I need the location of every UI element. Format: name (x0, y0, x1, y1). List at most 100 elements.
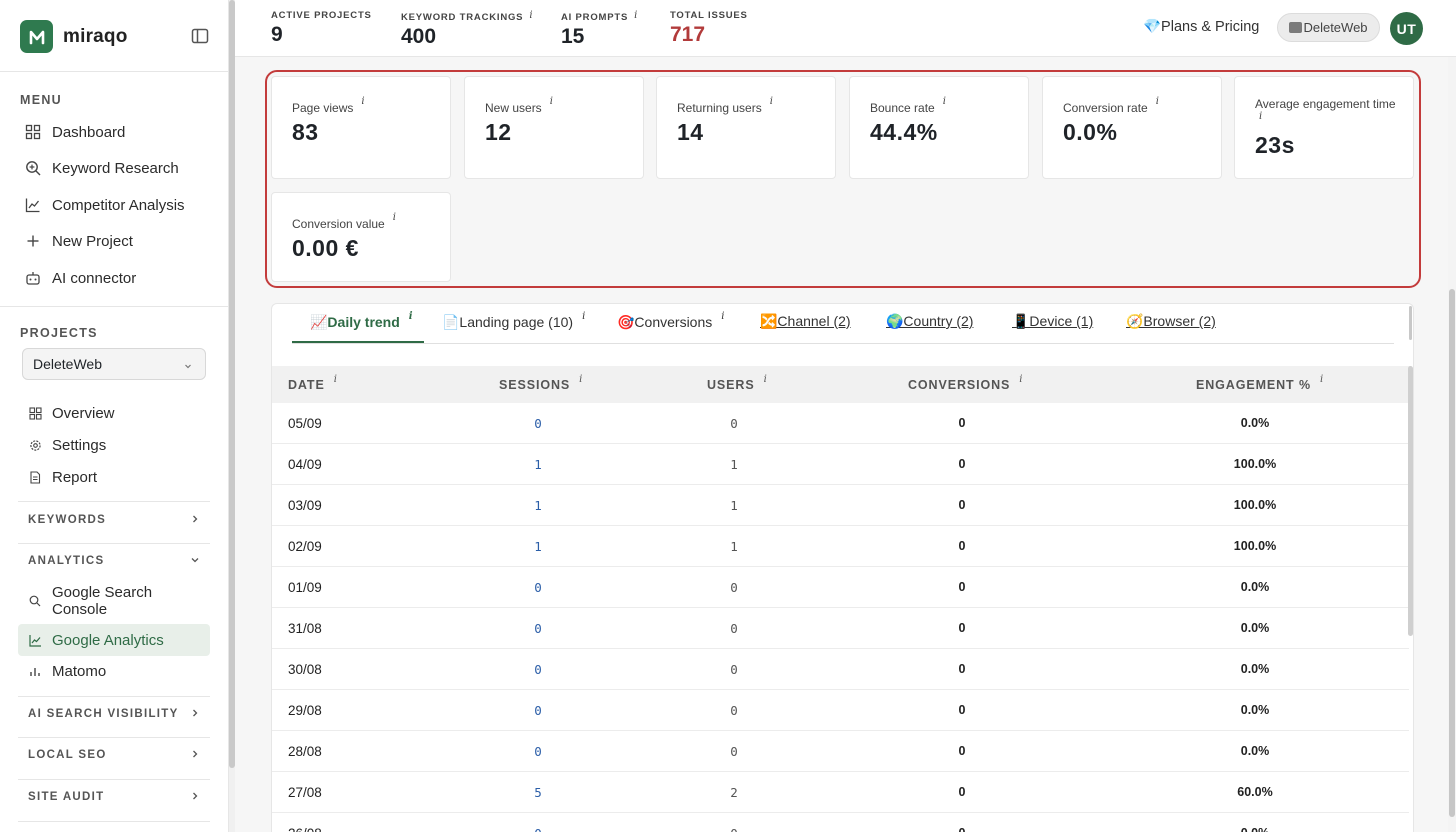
info-icon[interactable]: i (721, 311, 724, 322)
tab-daily-trend[interactable]: 📈Daily trend i (310, 311, 413, 331)
miraqo-logo-icon (20, 20, 53, 53)
info-icon[interactable]: i (943, 96, 946, 115)
sidebar-scrollbar[interactable] (229, 0, 235, 832)
column-header-date[interactable]: DATE i (288, 374, 338, 392)
project-item-settings[interactable]: Settings (18, 432, 210, 458)
project-item-overview[interactable]: Overview (18, 400, 210, 426)
group-ai-search-visibility[interactable]: AI SEARCH VISIBILITY (18, 694, 210, 734)
analytics-item-google-search-console[interactable]: Google Search Console (18, 583, 210, 619)
kpi-label: Page views i (292, 96, 365, 115)
bar-chart-icon (28, 664, 42, 678)
menu-item-ai-connector[interactable]: AI connector (20, 262, 210, 294)
analytics-item-matomo[interactable]: Matomo (18, 658, 210, 684)
analytics-item-google-analytics[interactable]: Google Analytics (18, 624, 210, 656)
scrollbar-thumb[interactable] (229, 0, 235, 768)
kpi-average-engagement-time: Average engagement time i 23s (1234, 76, 1414, 179)
brand[interactable]: miraqo (20, 20, 128, 53)
cell-date: 27/08 (288, 785, 322, 800)
group-analytics[interactable]: ANALYTICS (18, 541, 210, 581)
menu-item-keyword-research[interactable]: Keyword Research (20, 152, 210, 184)
tab-landing-page[interactable]: 📄Landing page (10) i (442, 311, 585, 331)
user-avatar[interactable]: UT (1390, 12, 1423, 45)
project-select[interactable]: DeleteWeb (22, 348, 206, 380)
kpi-bounce-rate: Bounce rate i 44.4% (849, 76, 1029, 179)
info-icon[interactable]: i (529, 10, 533, 21)
group-keywords[interactable]: KEYWORDS (18, 500, 210, 540)
chevron-down-icon (190, 555, 200, 568)
stat-label: KEYWORD TRACKINGS i (401, 10, 534, 23)
info-icon[interactable]: i (550, 96, 553, 115)
kpi-value: 44.4% (870, 119, 938, 145)
table-scrollbar[interactable] (1408, 366, 1413, 636)
scrollbar-thumb[interactable] (1449, 289, 1455, 817)
search-icon (28, 594, 42, 608)
info-icon[interactable]: i (1320, 374, 1324, 385)
gear-icon (28, 438, 42, 452)
tab-scrollbar[interactable] (1409, 306, 1412, 340)
info-icon[interactable]: i (764, 374, 768, 385)
divider (0, 71, 229, 72)
table-row: 26/080000.0% (272, 813, 1409, 832)
tab-conversions[interactable]: 🎯Conversions i (617, 311, 724, 331)
column-header-sessions[interactable]: SESSIONS i (499, 374, 583, 392)
stat-ai-prompts: AI PROMPTS i 15 (561, 10, 638, 49)
top-header: ACTIVE PROJECTS 9 KEYWORD TRACKINGS i 400… (235, 0, 1456, 57)
stat-value: 400 (401, 25, 437, 48)
stat-total-issues[interactable]: TOTAL ISSUES 717 (670, 10, 748, 47)
menu-item-label: Keyword Research (52, 159, 179, 177)
chevron-right-icon (190, 749, 200, 762)
kpi-conversion-value: Conversion value i 0.00 € (271, 192, 451, 282)
column-header-users[interactable]: USERS i (707, 374, 768, 392)
menu-item-new-project[interactable]: New Project (20, 225, 210, 257)
info-icon[interactable]: i (1019, 374, 1023, 385)
kpi-label: Returning users i (677, 96, 773, 115)
project-select-value: DeleteWeb (33, 356, 103, 372)
analytics-item-label: Google Search Console (52, 584, 153, 618)
kpi-new-users: New users i 12 (464, 76, 644, 179)
cell-date: 04/09 (288, 457, 322, 472)
column-header-engagement[interactable]: ENGAGEMENT % i (1196, 374, 1324, 392)
kpi-returning-users: Returning users i 14 (656, 76, 836, 179)
group-label: LOCAL SEO (28, 749, 107, 761)
table-row: 02/09 1 1 0 100.0% (272, 526, 1409, 567)
page-scrollbar[interactable] (1448, 57, 1456, 832)
project-item-report[interactable]: Report (18, 464, 210, 490)
tab-bar: 📈Daily trend i 📄Landing page (10) i 🎯Conve… (292, 304, 1412, 344)
info-icon[interactable]: i (409, 311, 413, 322)
menu-item-competitor-analysis[interactable]: Competitor Analysis (20, 189, 210, 221)
info-icon[interactable]: i (634, 10, 638, 21)
info-icon[interactable]: i (582, 311, 585, 322)
table-row: 29/08 0 0 0 0.0% (272, 690, 1409, 731)
kpi-label: Bounce rate i (870, 96, 946, 115)
site-label: DeleteWeb (1303, 20, 1368, 35)
kpi-value: 0.0% (1063, 119, 1118, 145)
info-icon[interactable]: i (334, 374, 338, 385)
group-label: AI SEARCH VISIBILITY (28, 708, 179, 720)
info-icon[interactable]: i (361, 96, 364, 115)
menu-item-dashboard[interactable]: Dashboard (20, 116, 210, 148)
column-header-conversions[interactable]: CONVERSIONS i (908, 374, 1023, 392)
info-icon[interactable]: i (579, 374, 583, 385)
analytics-item-label: Matomo (52, 662, 107, 680)
group-site-audit[interactable]: SITE AUDIT (18, 777, 210, 817)
tab-device[interactable]: 📱Device (1) (1012, 313, 1093, 330)
grid-icon (28, 406, 42, 420)
projects-label: PROJECTS (20, 326, 98, 340)
tab-channel[interactable]: 🔀Channel (2) (760, 313, 851, 330)
table-row: 28/08 0 0 0 0.0% (272, 731, 1409, 772)
plans-pricing-label: 💎Plans & Pricing (1143, 19, 1260, 35)
tab-country[interactable]: 🌍Country (2) (886, 313, 973, 330)
kpi-label: Conversion value i (292, 212, 396, 231)
sidebar-toggle-icon[interactable] (190, 26, 210, 46)
info-icon[interactable]: i (1259, 111, 1396, 122)
info-icon[interactable]: i (393, 212, 396, 231)
group-local-seo[interactable]: LOCAL SEO (18, 735, 210, 775)
plans-pricing-link[interactable]: 💎Plans & Pricing (1143, 18, 1259, 35)
site-selector-button[interactable]: DeleteWeb (1277, 13, 1380, 42)
menu-item-label: New Project (52, 232, 133, 250)
table-row: 05/09 0 0 0 0.0% (272, 403, 1409, 444)
info-icon[interactable]: i (770, 96, 773, 115)
tab-browser[interactable]: 🧭Browser (2) (1126, 313, 1216, 330)
info-icon[interactable]: i (1156, 96, 1159, 115)
kpi-label: New users i (485, 96, 553, 115)
